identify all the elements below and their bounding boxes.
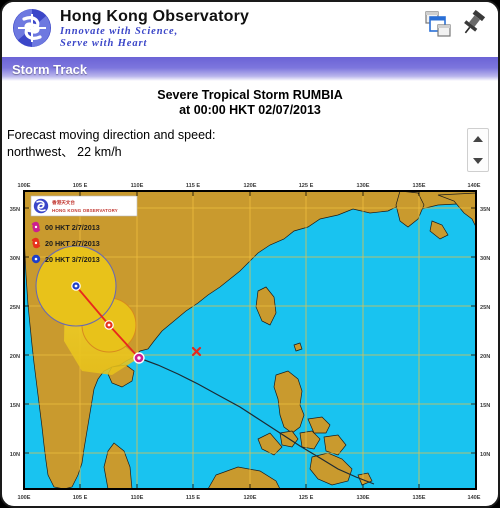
svg-text:100E: 100E bbox=[17, 183, 30, 189]
forecast-label: Forecast moving direction and speed: bbox=[7, 128, 216, 142]
pushpin-icon[interactable] bbox=[458, 8, 488, 38]
svg-text:10N: 10N bbox=[10, 452, 20, 458]
svg-text:100E: 100E bbox=[17, 495, 30, 501]
legend-label-2: 20 HKT 3/7/2013 bbox=[45, 255, 100, 264]
position-marker-20hkt-2-7 bbox=[104, 320, 114, 330]
position-marker-20hkt-3-7 bbox=[71, 281, 81, 291]
section-title: Storm Track bbox=[12, 61, 88, 77]
map-canvas[interactable]: 100E 105 E 110E 115 E 120E 125 E 130E 13… bbox=[8, 175, 492, 505]
chevron-down-icon bbox=[473, 158, 483, 164]
storm-track-map[interactable]: 100E 105 E 110E 115 E 120E 125 E 130E 13… bbox=[8, 175, 492, 505]
scroll-up-button[interactable] bbox=[468, 129, 488, 149]
storm-heading: Severe Tropical Storm RUMBIA at 00:00 HK… bbox=[2, 81, 498, 118]
svg-text:35N: 35N bbox=[480, 207, 490, 213]
header-icon-group bbox=[424, 6, 490, 46]
svg-text:30N: 30N bbox=[10, 256, 20, 262]
svg-text:105 E: 105 E bbox=[73, 495, 88, 501]
page-header: Hong Kong Observatory Innovate with Scie… bbox=[2, 2, 498, 57]
svg-text:110E: 110E bbox=[131, 495, 144, 501]
storm-track-window: Hong Kong Observatory Innovate with Scie… bbox=[0, 0, 500, 508]
legend-label-0: 00 HKT 2/7/2013 bbox=[45, 223, 100, 232]
svg-text:25N: 25N bbox=[10, 305, 20, 311]
legend-label-1: 20 HKT 2/7/2013 bbox=[45, 239, 100, 248]
svg-text:20N: 20N bbox=[10, 354, 20, 360]
cascade-windows-icon[interactable] bbox=[424, 10, 454, 40]
svg-text:125 E: 125 E bbox=[299, 183, 314, 189]
vertical-scroll-buttons[interactable] bbox=[467, 128, 489, 172]
storm-time: at 00:00 HKT 02/07/2013 bbox=[179, 103, 321, 117]
svg-text:135E: 135E bbox=[412, 495, 425, 501]
svg-text:140E: 140E bbox=[467, 183, 480, 189]
svg-text:105 E: 105 E bbox=[73, 183, 88, 189]
slogan-line-2: Serve with Heart bbox=[60, 38, 148, 49]
svg-text:110E: 110E bbox=[131, 183, 144, 189]
svg-text:25N: 25N bbox=[480, 305, 490, 311]
svg-text:130E: 130E bbox=[356, 183, 369, 189]
svg-text:135E: 135E bbox=[412, 183, 425, 189]
hko-logo-icon bbox=[10, 6, 54, 50]
svg-text:115 E: 115 E bbox=[186, 183, 201, 189]
chevron-up-icon bbox=[473, 136, 483, 142]
slogan-line-1: Innovate with Science, bbox=[60, 26, 179, 37]
position-marker-00hkt-2-7 bbox=[133, 352, 145, 364]
forecast-value: northwest、 22 km/h bbox=[7, 145, 122, 159]
svg-text:125 E: 125 E bbox=[299, 495, 314, 501]
svg-text:130E: 130E bbox=[356, 495, 369, 501]
svg-text:15N: 15N bbox=[10, 403, 20, 409]
svg-text:140E: 140E bbox=[467, 495, 480, 501]
org-title: Hong Kong Observatory bbox=[60, 8, 250, 25]
section-titlebar: Storm Track bbox=[2, 57, 498, 81]
svg-text:115 E: 115 E bbox=[186, 495, 201, 501]
svg-text:15N: 15N bbox=[480, 403, 490, 409]
forecast-row: Forecast moving direction and speed: nor… bbox=[2, 127, 498, 173]
scroll-down-button[interactable] bbox=[468, 151, 488, 171]
svg-text:120E: 120E bbox=[243, 183, 256, 189]
svg-text:30N: 30N bbox=[480, 256, 490, 262]
storm-name: Severe Tropical Storm RUMBIA bbox=[157, 88, 343, 102]
svg-text:20N: 20N bbox=[480, 354, 490, 360]
legend-logo-en: HONG KONG OBSERVATORY bbox=[52, 208, 118, 213]
svg-text:35N: 35N bbox=[10, 207, 20, 213]
svg-text:10N: 10N bbox=[480, 452, 490, 458]
map-body: 香港天文台 HONG KONG OBSERVATORY 00 HKT 2/7/2… bbox=[24, 191, 476, 489]
legend-logo-cn: 香港天文台 bbox=[51, 199, 75, 206]
svg-text:120E: 120E bbox=[243, 495, 256, 501]
hko-branding: Hong Kong Observatory Innovate with Scie… bbox=[10, 6, 249, 50]
